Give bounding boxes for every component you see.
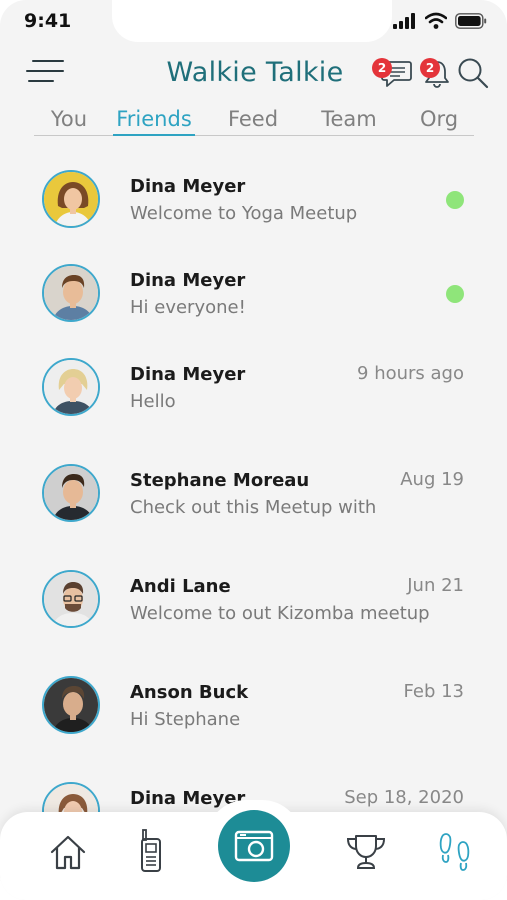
messages-button[interactable]: 2	[372, 56, 414, 88]
woman-blonde-avatar	[42, 358, 100, 416]
conversation-row[interactable]: Dina Meyer Hello 9 hours ago	[0, 334, 507, 440]
footprints-icon	[439, 833, 470, 871]
contact-name: Dina Meyer	[130, 364, 246, 385]
battery-icon	[455, 12, 487, 29]
tab-feed[interactable]: Feed	[224, 104, 282, 136]
last-message: Hi Stephane	[130, 709, 241, 730]
app-title: Walkie Talkie	[166, 57, 344, 88]
notifications-button[interactable]: 2	[420, 56, 454, 90]
conversation-row[interactable]: Dina Meyer Welcome to Yoga Meetup	[0, 146, 507, 252]
conversation-row[interactable]: Stephane Moreau Check out this Meetup wi…	[0, 440, 507, 546]
search-button[interactable]	[456, 56, 490, 90]
tab-friends[interactable]: Friends	[113, 104, 195, 136]
contact-name: Anson Buck	[130, 682, 249, 703]
last-message: Hello	[130, 391, 176, 412]
menu-line-icon	[26, 70, 64, 72]
messages-badge: 2	[372, 58, 392, 78]
device-notch	[112, 0, 392, 42]
contact-name: Stephane Moreau	[130, 470, 310, 491]
contact-name: Andi Lane	[130, 576, 231, 597]
last-message: Welcome to out Kizomba meetup	[130, 603, 430, 624]
menu-line-icon	[28, 80, 54, 82]
conversation-row[interactable]: Anson Buck Hi Stephane Feb 13	[0, 652, 507, 758]
notifications-badge: 2	[420, 58, 440, 78]
message-time: Sep 18, 2020	[344, 787, 464, 808]
trophy-icon	[346, 835, 386, 869]
message-time: Aug 19	[400, 469, 464, 490]
walkie-talkie-icon	[141, 829, 161, 872]
menu-line-icon	[32, 60, 64, 62]
nav-trophy[interactable]	[344, 832, 388, 876]
wifi-icon	[425, 12, 447, 29]
man-dark-jacket-avatar	[42, 464, 100, 522]
man-brown-hair-avatar	[42, 264, 100, 322]
home-icon	[50, 835, 86, 870]
conversation-row[interactable]: Dina Meyer Hi everyone!	[0, 240, 507, 346]
tab-bar: You Friends Feed Team Org	[34, 104, 474, 136]
phone-screen: 9:41 Walkie Talkie 2 2 You Friends Feed …	[0, 0, 507, 900]
tab-you[interactable]: You	[44, 104, 94, 136]
last-message: Check out this Meetup with	[130, 497, 377, 518]
nav-home[interactable]	[48, 832, 88, 876]
nav-walkie-talkie[interactable]	[137, 828, 165, 878]
man-dark-background-avatar	[42, 676, 100, 734]
last-message: Hi everyone!	[130, 297, 246, 318]
conversation-row[interactable]: Andi Lane Welcome to out Kizomba meetup …	[0, 546, 507, 652]
message-time: Jun 21	[407, 575, 464, 596]
message-time: 9 hours ago	[357, 363, 464, 384]
tab-team[interactable]: Team	[317, 104, 381, 136]
tab-org[interactable]: Org	[414, 104, 464, 136]
message-time: Feb 13	[403, 681, 465, 702]
nav-footprints[interactable]	[438, 830, 472, 878]
contact-name: Dina Meyer	[130, 176, 246, 197]
contact-name: Dina Meyer	[130, 270, 246, 291]
man-glasses-avatar	[42, 570, 100, 628]
status-time: 9:41	[24, 10, 72, 32]
cellular-signal-icon	[393, 12, 415, 29]
camera-button[interactable]	[218, 810, 290, 882]
online-status-dot	[446, 191, 464, 209]
status-icons	[393, 12, 487, 29]
camera-icon	[234, 830, 274, 862]
online-status-dot	[446, 285, 464, 303]
woman-yellow-bg-avatar	[42, 170, 100, 228]
search-icon	[458, 58, 489, 89]
menu-button[interactable]	[26, 58, 66, 86]
last-message: Welcome to Yoga Meetup	[130, 203, 358, 224]
